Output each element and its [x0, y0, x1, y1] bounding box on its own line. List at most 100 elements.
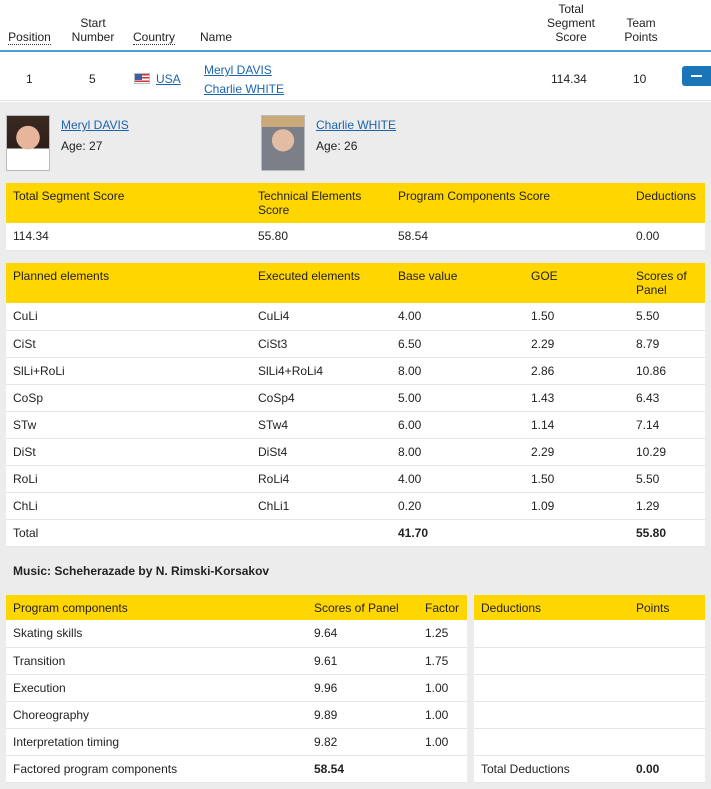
component-row: Transition 9.61 1.75	[6, 647, 467, 675]
element-row: DiSt DiSt4 8.00 2.29 10.29	[6, 438, 705, 466]
elements-header: Planned elements	[6, 263, 251, 303]
country-link[interactable]: USA	[156, 72, 181, 86]
goe-value: 1.50	[524, 465, 629, 493]
elements-table: Planned elements Executed elements Base …	[6, 263, 705, 547]
planned-element: SlLi+RoLi	[6, 357, 251, 385]
col-country[interactable]: Country	[130, 30, 178, 45]
total-segment-score-value: 114.34	[551, 72, 587, 86]
element-row: ChLi ChLi1 0.20 1.09 1.29	[6, 492, 705, 520]
component-factor: 1.00	[418, 701, 467, 729]
total-deductions-value: 0.00	[629, 755, 705, 783]
team-points-value: 10	[633, 72, 647, 86]
total-label: Total	[6, 519, 251, 547]
music-info: Music: Scheherazade by N. Rimski-Korsako…	[13, 564, 270, 578]
planned-element: CuLi	[6, 303, 251, 331]
goe-value: 1.43	[524, 384, 629, 412]
goe-value: 1.09	[524, 492, 629, 520]
deduction-row	[474, 728, 705, 756]
summary-value: 0.00	[629, 223, 705, 251]
panel-score: 10.29	[629, 438, 705, 466]
skater2-detail-link[interactable]: Charlie WHITE	[316, 118, 396, 132]
planned-element: STw	[6, 411, 251, 439]
elements-header-row: Planned elements Executed elements Base …	[6, 263, 705, 303]
planned-element: CoSp	[6, 384, 251, 412]
factored-components-row: Factored program components 58.54	[6, 755, 467, 783]
col-position[interactable]: Position	[6, 30, 53, 45]
goe-value: 1.50	[524, 303, 629, 331]
component-row: Skating skills 9.64 1.25	[6, 620, 467, 648]
summary-value: 55.80	[251, 223, 391, 251]
component-factor: 1.25	[418, 620, 467, 648]
panel-score: 7.14	[629, 411, 705, 439]
element-row: CoSp CoSp4 5.00 1.43 6.43	[6, 384, 705, 412]
summary-header-row: Total Segment Score Technical Elements S…	[6, 183, 705, 223]
summary-value: 58.54	[391, 223, 629, 251]
element-row: STw STw4 6.00 1.14 7.14	[6, 411, 705, 439]
factored-label: Factored program components	[6, 755, 307, 783]
elements-header: GOE	[524, 263, 629, 303]
summary-values-row: 114.34 55.80 58.54 0.00	[6, 223, 705, 251]
base-value: 8.00	[391, 357, 524, 385]
goe-value: 2.29	[524, 330, 629, 358]
component-name: Transition	[6, 647, 307, 675]
skater1-age: Age: 27	[61, 139, 103, 153]
base-value: 6.00	[391, 411, 524, 439]
col-total-segment-score: Total Segment Score	[546, 2, 596, 44]
planned-element: CiSt	[6, 330, 251, 358]
summary-header: Technical Elements Score	[251, 183, 391, 223]
component-factor: 1.00	[418, 728, 467, 756]
usa-flag-icon	[134, 73, 150, 84]
base-value: 6.50	[391, 330, 524, 358]
col-team-points: Team Points	[624, 16, 658, 44]
component-row: Interpretation timing 9.82 1.00	[6, 728, 467, 756]
element-row: CiSt CiSt3 6.50 2.29 8.79	[6, 330, 705, 358]
executed-element: CoSp4	[251, 384, 391, 412]
deductions-header-row: Deductions Points	[474, 595, 705, 620]
summary-table: Total Segment Score Technical Elements S…	[6, 183, 705, 251]
deductions-table: Deductions Points Total Deductions 0.00	[474, 595, 705, 783]
base-value: 0.20	[391, 492, 524, 520]
elements-header: Executed elements	[251, 263, 391, 303]
detail-panel: Meryl DAVIS Age: 27 Charlie WHITE Age: 2…	[0, 102, 711, 789]
component-name: Skating skills	[6, 620, 307, 648]
component-score: 9.82	[307, 728, 418, 756]
panel-score: 5.50	[629, 303, 705, 331]
deduction-row	[474, 701, 705, 729]
component-name: Execution	[6, 674, 307, 702]
component-factor: 1.00	[418, 674, 467, 702]
results-header: Position Start Number Country Name Total…	[0, 0, 711, 52]
planned-element: ChLi	[6, 492, 251, 520]
skater2-age: Age: 26	[316, 139, 358, 153]
skater2-link[interactable]: Charlie WHITE	[204, 82, 284, 96]
total-panel-score: 55.80	[629, 519, 705, 547]
goe-value: 2.86	[524, 357, 629, 385]
components-table: Program components Scores of Panel Facto…	[6, 595, 467, 783]
deductions-header: Deductions	[474, 595, 629, 620]
total-deductions-row: Total Deductions 0.00	[474, 755, 705, 783]
panel-score: 10.86	[629, 357, 705, 385]
panel-score: 1.29	[629, 492, 705, 520]
skater1-photo	[6, 115, 50, 171]
component-name: Interpretation timing	[6, 728, 307, 756]
deduction-row	[474, 674, 705, 702]
components-header: Factor	[418, 595, 467, 620]
executed-element: SlLi4+RoLi4	[251, 357, 391, 385]
component-score: 9.61	[307, 647, 418, 675]
element-row: CuLi CuLi4 4.00 1.50 5.50	[6, 303, 705, 331]
skater1-link[interactable]: Meryl DAVIS	[204, 63, 272, 77]
total-deductions-label: Total Deductions	[474, 755, 629, 783]
country-cell: USA	[134, 72, 181, 86]
collapse-button[interactable]	[682, 66, 711, 86]
base-value: 8.00	[391, 438, 524, 466]
skater1-detail-link[interactable]: Meryl DAVIS	[61, 118, 129, 132]
components-header: Scores of Panel	[307, 595, 418, 620]
base-value: 4.00	[391, 465, 524, 493]
component-name: Choreography	[6, 701, 307, 729]
result-row[interactable]: 1 5 USA Meryl DAVIS Charlie WHITE 114.34…	[0, 54, 711, 101]
element-row: RoLi RoLi4 4.00 1.50 5.50	[6, 465, 705, 493]
base-value: 5.00	[391, 384, 524, 412]
component-row: Choreography 9.89 1.00	[6, 701, 467, 729]
element-row: SlLi+RoLi SlLi4+RoLi4 8.00 2.86 10.86	[6, 357, 705, 385]
component-row: Execution 9.96 1.00	[6, 674, 467, 702]
components-header: Program components	[6, 595, 307, 620]
